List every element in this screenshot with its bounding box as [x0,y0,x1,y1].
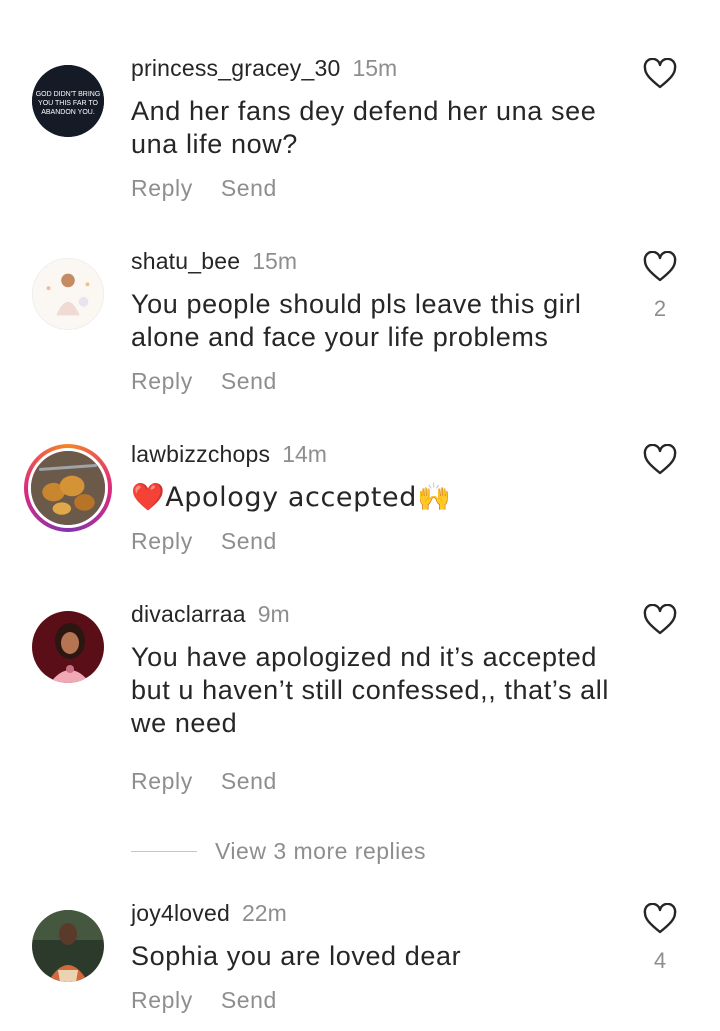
like-count: 4 [653,948,667,973]
like-heart-icon[interactable] [643,444,677,476]
avatar[interactable] [32,910,104,982]
comment-username[interactable]: shatu_bee [131,248,240,274]
comment-username[interactable]: divaclarraa [131,601,246,627]
comment-username[interactable]: princess_gracey_30 [131,55,340,81]
comment-time: 15m [252,248,297,274]
comment-meta: princess_gracey_30 15m [131,54,397,82]
avatar-image [31,451,105,525]
send-button[interactable]: Send [221,528,277,554]
comment-text: ❤️Apology accepted🙌 [131,482,452,513]
replies-divider-line [131,851,197,852]
reply-button[interactable]: Reply [131,987,193,1013]
comment-text: And her fans dey defend her una see una … [131,96,597,159]
send-button[interactable]: Send [221,175,277,201]
svg-text:YOU THIS FAR TO: YOU THIS FAR TO [38,100,98,107]
send-button[interactable]: Send [221,768,277,794]
like-count: 2 [653,296,667,321]
like-heart-icon[interactable] [643,604,677,636]
comment-time: 15m [352,55,398,81]
svg-text:GOD DIDN'T BRING: GOD DIDN'T BRING [36,91,101,98]
comment-meta: joy4loved 22m [131,899,287,927]
comment-meta: shatu_bee 15m [131,247,297,275]
reply-button[interactable]: Reply [131,175,193,201]
reply-button[interactable]: Reply [131,368,193,394]
svg-text:ABANDON YOU.: ABANDON YOU. [41,109,95,116]
comment-text: Sophia you are loved dear [131,941,462,971]
comment-time: 14m [282,441,327,467]
like-heart-icon[interactable] [643,251,677,283]
avatar-image [32,611,104,683]
reply-button[interactable]: Reply [131,528,193,554]
avatar-image [33,259,103,329]
comment-actions: Reply Send [131,368,277,395]
comment-time: 9m [257,601,290,627]
comment-username[interactable]: joy4loved [131,900,230,926]
comment-text: You people should pls leave this girl al… [131,289,582,352]
comment-actions: Reply Send [131,528,277,555]
avatar[interactable] [32,258,104,330]
comment-meta: divaclarraa 9m [131,600,290,628]
comment-actions: Reply Send [131,987,277,1014]
send-button[interactable]: Send [221,987,277,1013]
avatar-image [32,910,104,982]
comment-meta: lawbizzchops 14m [131,440,327,468]
view-more-replies-label[interactable]: View 3 more replies [215,838,426,864]
like-heart-icon[interactable] [643,903,677,935]
avatar[interactable]: GOD DIDN'T BRING YOU THIS FAR TO ABANDON… [32,65,104,137]
avatar-image: GOD DIDN'T BRING YOU THIS FAR TO ABANDON… [32,65,104,137]
view-more-replies[interactable]: View 3 more replies [131,838,426,866]
like-heart-icon[interactable] [643,58,677,90]
comment-time: 22m [241,900,287,926]
comment-username[interactable]: lawbizzchops [131,441,270,467]
comment-text: You have apologized nd it’s accepted but… [131,642,609,738]
comment-actions: Reply Send [131,768,277,795]
comment-actions: Reply Send [131,175,277,202]
reply-button[interactable]: Reply [131,768,193,794]
avatar[interactable] [24,444,112,532]
avatar[interactable] [32,611,104,683]
send-button[interactable]: Send [221,368,277,394]
